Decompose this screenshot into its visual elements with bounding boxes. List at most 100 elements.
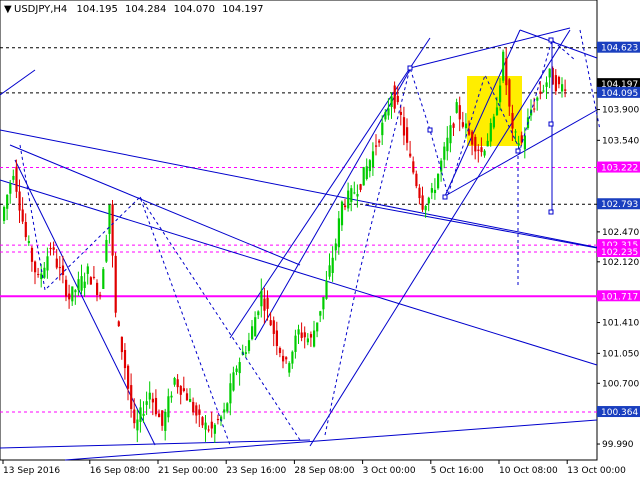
candle-body [561, 84, 564, 92]
candle-body [40, 273, 43, 280]
x-tick-label: 10 Oct 08:00 [499, 466, 558, 476]
level-label: 104.623 [601, 44, 638, 54]
ohlc-close: 104.197 [222, 4, 263, 15]
candle-body [86, 266, 89, 274]
candle-body [313, 330, 316, 347]
candle-body [542, 90, 545, 92]
candle-body [557, 76, 561, 85]
candle-body [111, 204, 114, 256]
candle-body [204, 422, 207, 430]
candle-body [477, 149, 480, 151]
candle-body [43, 267, 46, 278]
candle-body [99, 294, 102, 296]
candle-body [350, 188, 353, 202]
x-tick-label: 23 Sep 16:00 [226, 466, 286, 476]
candle-body [409, 153, 412, 157]
candle-body [325, 280, 328, 299]
anchor-point [442, 194, 448, 200]
candle-body [210, 421, 213, 429]
anchor-point [427, 127, 433, 133]
candle-body [145, 401, 148, 405]
candle-body [133, 409, 136, 424]
candle-body [6, 194, 9, 209]
candle-body [24, 221, 27, 238]
symbol-label: USDJPY,H4 [14, 4, 67, 15]
candle-body [545, 82, 548, 87]
candle-body [30, 247, 34, 262]
candle-body [254, 317, 257, 337]
candle-body [449, 125, 452, 144]
candle-body [21, 209, 24, 222]
candle-body [362, 167, 365, 186]
candle-body [344, 205, 347, 208]
anchor-point [548, 37, 554, 43]
candle-body [499, 85, 502, 103]
candle-body [238, 362, 241, 374]
candle-body [105, 239, 108, 262]
candle-body [108, 204, 111, 234]
level-label: 103.222 [601, 164, 638, 174]
candle-body [523, 135, 526, 150]
level-label: 101.717 [601, 292, 638, 302]
candle-body [89, 277, 92, 285]
candle-body [455, 102, 458, 113]
ohlc-high: 104.284 [125, 4, 166, 15]
candle-body [139, 407, 142, 422]
candle-body [430, 188, 433, 193]
candle-body [396, 95, 399, 103]
candle-body [263, 298, 266, 311]
candle-body [517, 143, 520, 146]
candle-body [142, 413, 145, 416]
candle-body [375, 145, 378, 147]
candle-body [176, 379, 179, 388]
candle-body [235, 368, 238, 372]
y-tick-label: 100.700 [602, 379, 639, 389]
candle-body [282, 355, 285, 362]
candle-body [316, 322, 319, 332]
candle-body [266, 297, 269, 309]
candle-body [102, 269, 105, 289]
x-tick-label: 13 Sep 2016 [3, 466, 60, 476]
candle-body [9, 183, 12, 194]
candle-body [223, 409, 226, 413]
candle-body [378, 140, 381, 143]
candle-body [384, 112, 387, 120]
level-label: 104.095 [601, 89, 638, 99]
candle-body [216, 418, 220, 421]
chart-window: 104.623104.197104.095103.222102.793102.3… [0, 0, 640, 480]
candle-body [27, 241, 30, 243]
candle-body [514, 131, 517, 133]
candle-body [46, 256, 49, 271]
candle-body [471, 131, 474, 145]
candle-body [114, 255, 117, 313]
candle-body [334, 243, 337, 251]
candle-body [68, 293, 71, 300]
candle-body [424, 206, 427, 211]
candle-body [173, 377, 176, 385]
candle-body [77, 279, 80, 290]
candle-body [474, 136, 477, 152]
x-tick-label: 13 Oct 00:00 [567, 466, 626, 476]
candle-body [306, 338, 309, 343]
level-label: 102.793 [601, 200, 638, 210]
candle-body [74, 290, 77, 293]
candle-body [554, 75, 557, 92]
candle-body [365, 166, 368, 179]
candle-body [151, 398, 154, 403]
candle-body [123, 350, 127, 369]
candle-body [443, 146, 446, 160]
candle-body [285, 357, 288, 360]
candle-body [489, 123, 492, 142]
candle-body [278, 348, 282, 353]
candle-body [381, 122, 384, 136]
candle-body [12, 175, 15, 180]
candle-body [127, 365, 130, 389]
y-tick-label: 101.410 [602, 319, 639, 329]
candle-body [390, 96, 393, 107]
candle-body [536, 97, 539, 101]
candle-body [49, 247, 52, 250]
candle-body [229, 383, 232, 404]
x-tick-label: 28 Sep 08:00 [294, 466, 354, 476]
anchor-point [407, 65, 413, 71]
candle-body [201, 417, 204, 426]
